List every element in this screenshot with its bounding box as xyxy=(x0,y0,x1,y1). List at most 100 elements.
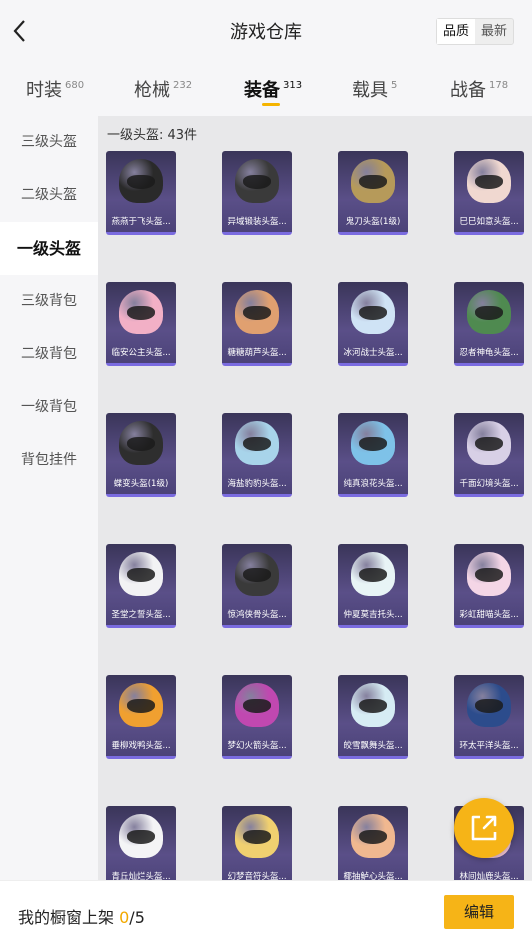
item-thumbnail: 幻梦音符头盔... xyxy=(222,806,292,880)
visor-icon xyxy=(243,568,271,582)
visor-icon xyxy=(475,568,503,582)
visor-icon xyxy=(127,568,155,582)
item-name: 惊鸿侠骨头盔... xyxy=(227,610,287,620)
visor-icon xyxy=(359,175,387,189)
item-thumbnail: 垂柳戏鸭头盔... xyxy=(106,675,176,759)
item-thumbnail: 糖糖葫芦头盔... xyxy=(222,282,292,366)
item-card[interactable]: 千面幻境头盔... xyxy=(454,413,524,497)
item-card[interactable]: 彩虹甜喵头盔... xyxy=(454,544,524,628)
item-card[interactable]: 垂柳戏鸭头盔... xyxy=(106,675,176,759)
item-thumbnail: 忍者神龟头盔... xyxy=(454,282,524,366)
item-thumbnail: 千面幻境头盔... xyxy=(454,413,524,497)
visor-icon xyxy=(359,568,387,582)
item-thumbnail: 青丘灿烂头盔... xyxy=(106,806,176,880)
item-name: 垂柳戏鸭头盔... xyxy=(111,741,171,751)
item-name: 青丘灿烂头盔... xyxy=(111,872,171,880)
visor-icon xyxy=(359,437,387,451)
item-card[interactable]: 鬼刀头盔(1级) xyxy=(338,151,408,235)
visor-icon xyxy=(127,437,155,451)
item-thumbnail: 异域锻装头盔... xyxy=(222,151,292,235)
sidebar-item-level2-helmet[interactable]: 二级头盔 xyxy=(0,169,98,222)
showcase-status: 我的橱窗上架 0/5 xyxy=(18,908,145,927)
item-card[interactable]: 糖糖葫芦头盔... xyxy=(222,282,292,366)
item-thumbnail: 纯真浪花头盔... xyxy=(338,413,408,497)
visor-icon xyxy=(475,699,503,713)
share-button[interactable] xyxy=(454,798,514,858)
sidebar-item-level3-backpack[interactable]: 三级背包 xyxy=(0,275,98,328)
sidebar-item-level2-backpack[interactable]: 二级背包 xyxy=(0,328,98,381)
edit-button[interactable]: 编辑 xyxy=(444,895,514,929)
visor-icon xyxy=(475,306,503,320)
item-name: 忍者神龟头盔... xyxy=(459,348,519,358)
visor-icon xyxy=(243,306,271,320)
sort-quality-button[interactable]: 品质 xyxy=(437,19,475,44)
item-card[interactable]: 惊鸿侠骨头盔... xyxy=(222,544,292,628)
sidebar: 三级头盔 二级头盔 一级头盔 三级背包 二级背包 一级背包 背包挂件 xyxy=(0,116,98,880)
item-name: 林间灿鹿头盔... xyxy=(459,872,519,880)
tab-equipment[interactable]: 装备 313 xyxy=(244,76,302,102)
tab-fashion[interactable]: 时装 680 xyxy=(26,76,84,102)
sort-latest-button[interactable]: 最新 xyxy=(475,19,513,44)
tab-tactical[interactable]: 战备 178 xyxy=(450,76,508,102)
item-card[interactable]: 青丘灿烂头盔... xyxy=(106,806,176,880)
item-grid: 一级头盔: 43件 燕燕于飞头盔... 异域锻装头盔... 鬼刀头盔(1级) 巳巳如意… xyxy=(98,116,532,880)
visor-icon xyxy=(243,437,271,451)
item-name: 彩虹甜喵头盔... xyxy=(459,610,519,620)
item-name: 圣堂之誓头盔... xyxy=(111,610,171,620)
item-card[interactable]: 环太平洋头盔... xyxy=(454,675,524,759)
active-tab-indicator xyxy=(262,103,280,106)
item-thumbnail: 皎雪飘舞头盔... xyxy=(338,675,408,759)
visor-icon xyxy=(475,437,503,451)
visor-icon xyxy=(127,175,155,189)
item-card[interactable]: 忍者神龟头盔... xyxy=(454,282,524,366)
item-thumbnail: 蝶变头盔(1级) xyxy=(106,413,176,497)
visor-icon xyxy=(127,306,155,320)
item-thumbnail: 鬼刀头盔(1级) xyxy=(338,151,408,235)
item-thumbnail: 临安公主头盔... xyxy=(106,282,176,366)
item-name: 千面幻境头盔... xyxy=(459,479,519,489)
item-thumbnail: 冰河战士头盔... xyxy=(338,282,408,366)
item-card[interactable]: 纯真浪花头盔... xyxy=(338,413,408,497)
sidebar-item-backpack-charm[interactable]: 背包挂件 xyxy=(0,434,98,487)
item-card[interactable]: 海盐豹豹头盔... xyxy=(222,413,292,497)
item-card[interactable]: 临安公主头盔... xyxy=(106,282,176,366)
item-card[interactable]: 椰抽鲈心头盔... xyxy=(338,806,408,880)
item-name: 梦幻火箭头盔... xyxy=(227,741,287,751)
item-thumbnail: 燕燕于飞头盔... xyxy=(106,151,176,235)
item-card[interactable]: 燕燕于飞头盔... xyxy=(106,151,176,235)
header: 游戏仓库 品质 最新 xyxy=(0,0,532,62)
visor-icon xyxy=(359,830,387,844)
tab-weapons[interactable]: 枪械 232 xyxy=(134,76,192,102)
item-name: 冰河战士头盔... xyxy=(343,348,403,358)
visor-icon xyxy=(243,699,271,713)
item-name: 幻梦音符头盔... xyxy=(227,872,287,880)
tab-vehicles[interactable]: 载具 5 xyxy=(352,76,397,102)
item-name: 糖糖葫芦头盔... xyxy=(227,348,287,358)
app: 游戏仓库 品质 最新 时装 680 枪械 232 装备 313 载具 5 战备 178 三… xyxy=(0,0,532,942)
item-name: 异域锻装头盔... xyxy=(227,217,287,227)
item-thumbnail: 梦幻火箭头盔... xyxy=(222,675,292,759)
item-name: 皎雪飘舞头盔... xyxy=(343,741,403,751)
item-card[interactable]: 冰河战士头盔... xyxy=(338,282,408,366)
category-tabs: 时装 680 枪械 232 装备 313 载具 5 战备 178 xyxy=(0,62,532,116)
item-thumbnail: 圣堂之誓头盔... xyxy=(106,544,176,628)
visor-icon xyxy=(243,830,271,844)
sidebar-item-level1-helmet[interactable]: 一级头盔 xyxy=(0,222,98,275)
sidebar-item-level3-helmet[interactable]: 三级头盔 xyxy=(0,116,98,169)
item-name: 纯真浪花头盔... xyxy=(343,479,403,489)
item-card[interactable]: 梦幻火箭头盔... xyxy=(222,675,292,759)
item-name: 临安公主头盔... xyxy=(111,348,171,358)
item-card[interactable]: 异域锻装头盔... xyxy=(222,151,292,235)
item-card[interactable]: 皎雪飘舞头盔... xyxy=(338,675,408,759)
visor-icon xyxy=(359,306,387,320)
item-card[interactable]: 巳巳如意头盔... xyxy=(454,151,524,235)
item-count: 一级头盔: 43件 xyxy=(107,128,198,143)
sidebar-item-level1-backpack[interactable]: 一级背包 xyxy=(0,381,98,434)
visor-icon xyxy=(127,699,155,713)
item-card[interactable]: 仲夏莫吉托头... xyxy=(338,544,408,628)
item-name: 海盐豹豹头盔... xyxy=(227,479,287,489)
item-card[interactable]: 圣堂之誓头盔... xyxy=(106,544,176,628)
item-card[interactable]: 蝶变头盔(1级) xyxy=(106,413,176,497)
item-name: 巳巳如意头盔... xyxy=(459,217,519,227)
item-card[interactable]: 幻梦音符头盔... xyxy=(222,806,292,880)
